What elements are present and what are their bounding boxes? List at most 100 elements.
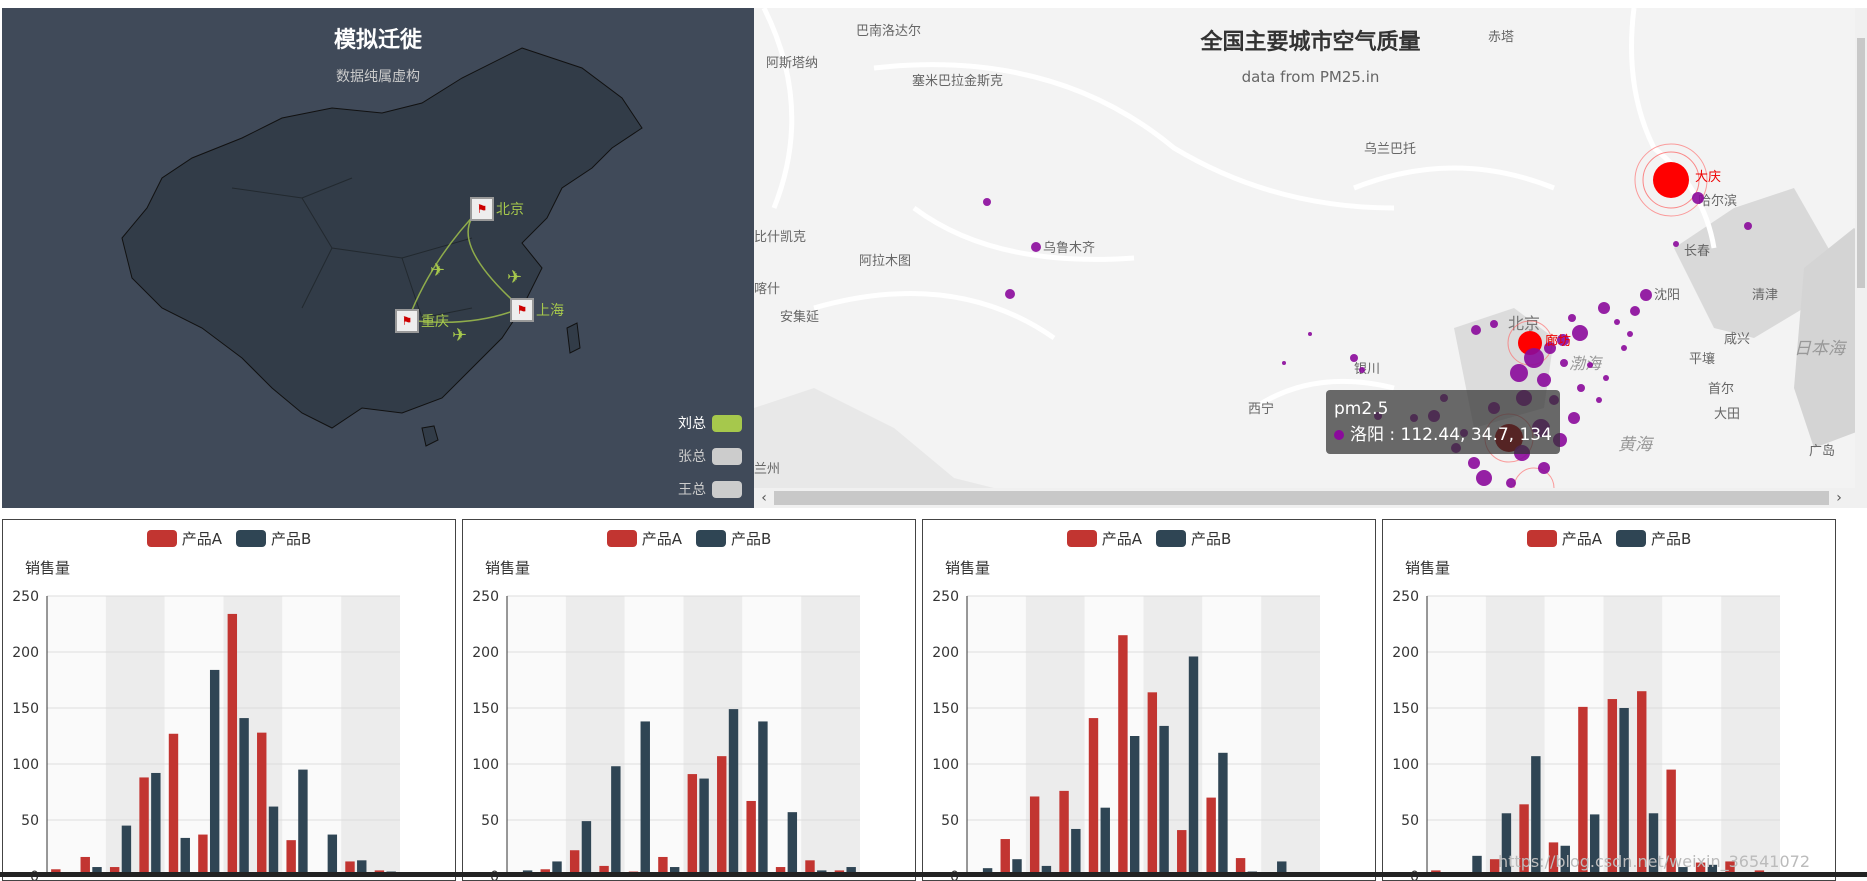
city-marker-beijing[interactable]: ⚑ 北京: [470, 197, 524, 221]
bar-product-a[interactable]: [139, 777, 149, 876]
bar-product-b[interactable]: [1619, 708, 1629, 876]
plot-band: [1721, 596, 1780, 876]
bar-product-b[interactable]: [581, 821, 592, 876]
bar-product-b[interactable]: [1218, 752, 1228, 876]
series-dot-icon: [1334, 430, 1344, 440]
bar-product-b[interactable]: [758, 721, 768, 876]
bar-chart-panel-2: 产品A 产品B 销售量 250200150100500: [462, 519, 916, 881]
y-tick-label: 150: [1392, 701, 1419, 717]
bar-product-b[interactable]: [640, 721, 650, 876]
tooltip-value: 洛阳 : 112.44, 34.7, 134: [1350, 425, 1552, 445]
bar-chart-panel-1: 产品A 产品B 销售量 250200150100500: [2, 519, 456, 881]
legend-swatch: [712, 480, 742, 498]
bar-product-a[interactable]: [198, 834, 208, 876]
y-tick-label: 100: [1392, 757, 1419, 773]
legend-item-wang[interactable]: 王总: [678, 479, 742, 499]
city-marker-chongqing[interactable]: ⚑ 重庆: [395, 309, 449, 333]
bar-product-b[interactable]: [1100, 807, 1110, 876]
bar-product-a[interactable]: [1000, 839, 1010, 876]
bar-product-a[interactable]: [227, 613, 238, 876]
data-tooltip: pm2.5 洛阳 : 112.44, 34.7, 134: [1326, 390, 1560, 454]
bar-product-b[interactable]: [121, 825, 132, 876]
bar-chart-4: 250200150100500: [1392, 589, 1780, 880]
bar-product-a[interactable]: [1206, 797, 1216, 876]
tooltip-row: 洛阳 : 112.44, 34.7, 134: [1334, 422, 1552, 448]
bar-product-b[interactable]: [728, 709, 739, 876]
y-tick-label: 150: [932, 701, 959, 717]
bottom-border: [0, 872, 1867, 877]
bar-product-b[interactable]: [180, 837, 190, 876]
migration-map-panel: ✈ ✈ ✈ 模拟迁徙 数据纯属虚构 ⚑ 北京 ⚑ 上海 ⚑ 重庆 刘总 张总 王…: [2, 8, 754, 508]
legend-label: 王总: [678, 482, 706, 498]
bar-product-b[interactable]: [151, 772, 161, 876]
horizontal-scrollbar[interactable]: ‹ ›: [754, 488, 1867, 508]
y-tick-label: 200: [932, 645, 959, 661]
y-tick-label: 50: [941, 813, 959, 829]
bar-product-a[interactable]: [1147, 692, 1158, 876]
bar-product-b[interactable]: [239, 718, 249, 876]
bar-product-b[interactable]: [1129, 736, 1140, 876]
bar-product-a[interactable]: [286, 840, 296, 876]
bar-product-a[interactable]: [257, 732, 267, 876]
plot-band: [282, 596, 342, 876]
y-tick-label: 250: [12, 589, 39, 605]
y-tick-label: 50: [21, 813, 39, 829]
bar-product-b[interactable]: [1188, 656, 1199, 876]
vertical-scrollbar[interactable]: [1855, 8, 1867, 508]
bar-chart-1: 250200150100500: [12, 589, 400, 880]
y-tick-label: 50: [481, 813, 499, 829]
bar-product-b[interactable]: [327, 834, 338, 876]
bar-product-a[interactable]: [168, 733, 179, 876]
legend-item-liu[interactable]: 刘总: [678, 413, 742, 433]
city-marker-shanghai[interactable]: ⚑ 上海: [510, 298, 564, 322]
bar-product-a[interactable]: [1059, 790, 1069, 876]
bar-chart-panel-3: 产品A 产品B 销售量 250200150100500: [922, 519, 1376, 881]
y-tick-label: 200: [1392, 645, 1419, 661]
air-quality-map-panel[interactable]: 巴南洛达尔 阿斯塔纳 塞米巴拉金斯克 乌兰巴托 赤塔 乌鲁木齐 阿拉木图 安集延…: [754, 8, 1867, 508]
bar-chart-3: 250200150100500: [932, 589, 1320, 880]
legend-item-zhang[interactable]: 张总: [678, 446, 742, 466]
bar-product-a[interactable]: [1088, 718, 1099, 876]
bar-product-b[interactable]: [1159, 725, 1169, 876]
city-label: 北京: [496, 202, 524, 218]
y-tick-label: 200: [12, 645, 39, 661]
svg-text:✈: ✈: [452, 325, 467, 346]
bar-product-b[interactable]: [268, 806, 279, 876]
bar-product-a[interactable]: [1118, 635, 1128, 876]
bar-product-b[interactable]: [298, 769, 308, 876]
legend-swatch: [712, 414, 742, 432]
scroll-right-arrow-icon[interactable]: ›: [1829, 488, 1849, 508]
flag-icon: ⚑: [510, 298, 534, 322]
scroll-thumb[interactable]: [774, 491, 1829, 505]
plot-band: [967, 596, 1026, 876]
bar-product-b[interactable]: [699, 778, 709, 876]
air-quality-subtitle: data from PM25.in: [1241, 68, 1380, 86]
bar-product-a[interactable]: [717, 756, 727, 876]
bar-product-a[interactable]: [746, 800, 756, 876]
y-tick-label: 250: [472, 589, 499, 605]
y-tick-label: 100: [472, 757, 499, 773]
city-label: 重庆: [421, 314, 449, 330]
scroll-thumb[interactable]: [1857, 38, 1865, 288]
bar-product-a[interactable]: [1177, 830, 1187, 876]
bar-product-b[interactable]: [209, 669, 220, 876]
bar-product-b[interactable]: [611, 766, 621, 876]
scroll-left-arrow-icon[interactable]: ‹: [754, 488, 774, 508]
effect-label: 大庆: [1695, 170, 1722, 185]
bar-chart-2: 250200150100500: [472, 589, 860, 880]
svg-text:✈: ✈: [430, 260, 445, 281]
bar-product-a[interactable]: [1637, 691, 1647, 876]
plot-band: [507, 596, 566, 876]
city-label: 上海: [536, 303, 564, 319]
plot-band: [801, 596, 860, 876]
flag-icon: ⚑: [470, 197, 494, 221]
bar-product-a[interactable]: [687, 774, 698, 876]
bar-product-a[interactable]: [1578, 706, 1588, 876]
plot-band: [341, 596, 400, 876]
bar-product-b[interactable]: [787, 812, 798, 876]
bar-product-b[interactable]: [1071, 828, 1081, 876]
y-tick-label: 150: [12, 701, 39, 717]
bar-product-a[interactable]: [1607, 699, 1618, 876]
air-quality-title: 全国主要城市空气质量: [1200, 30, 1421, 55]
bar-product-a[interactable]: [1029, 796, 1040, 876]
